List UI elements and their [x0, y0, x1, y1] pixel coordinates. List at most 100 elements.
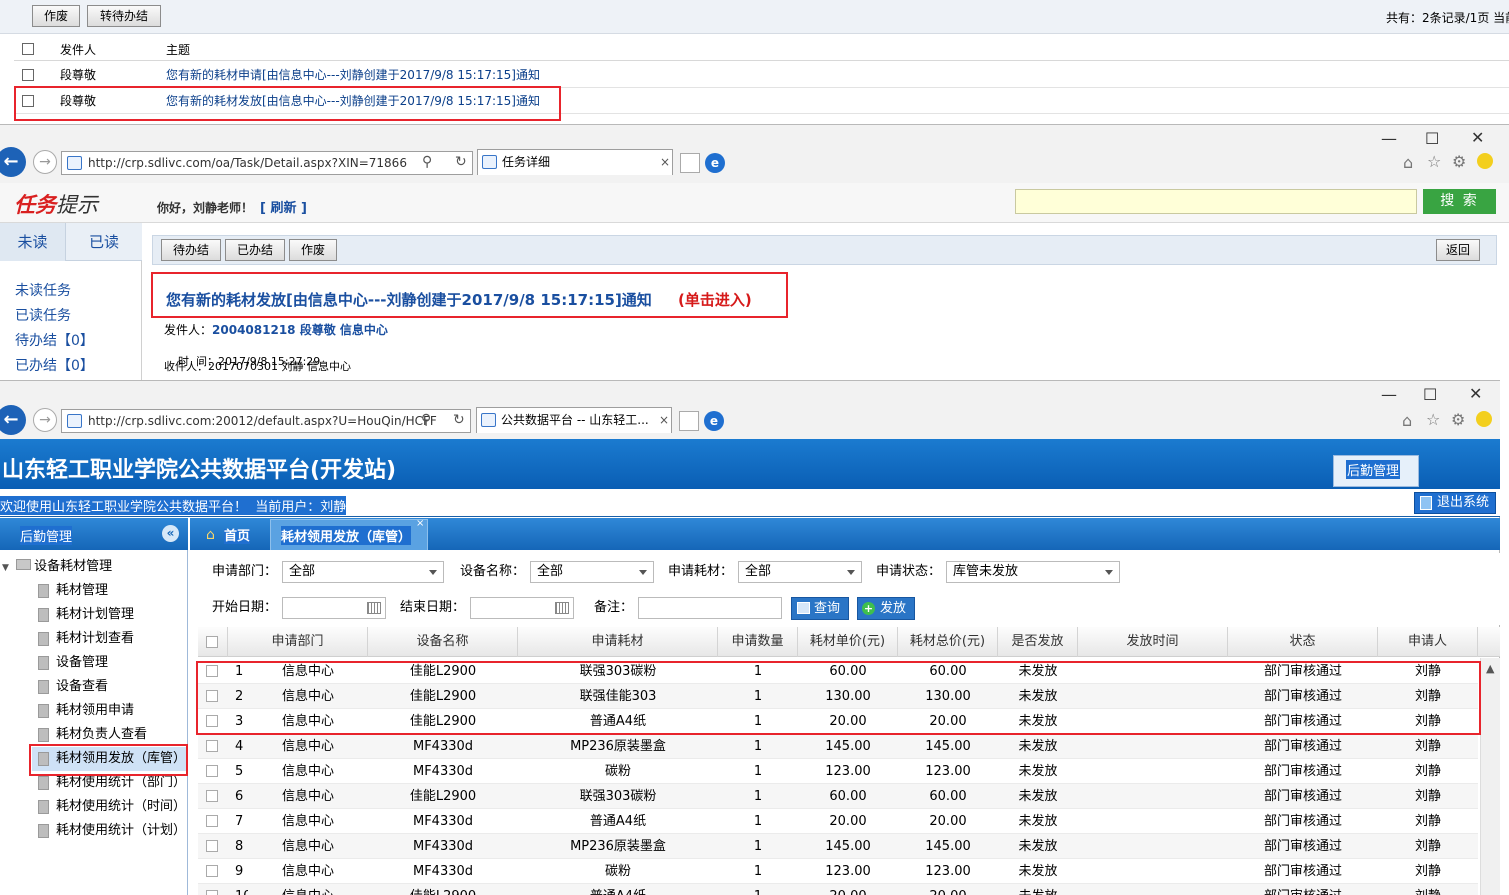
note-input[interactable]	[638, 597, 782, 619]
tree-item[interactable]: 耗材使用统计（计划）	[38, 819, 188, 843]
new-tab-icon[interactable]	[679, 411, 699, 431]
table-row[interactable]: 9 信息中心 MF4330d 碳粉 1 123.00 123.00 未发放 部门审核通过 刘静	[198, 859, 1478, 884]
tree-item[interactable]: 设备管理	[38, 651, 188, 675]
tree-item[interactable]: 耗材领用发放（库管）	[32, 747, 186, 771]
table-row[interactable]: 2 信息中心 佳能L2900 联强佳能303 1 130.00 130.00 未发放 部门审核通…	[198, 684, 1478, 709]
list-row[interactable]: 段尊敬 您有新的耗材发放[由信息中心---刘静创建于2017/9/8 15:17…	[14, 88, 1509, 114]
logout-button[interactable]: 退出系统	[1414, 492, 1496, 514]
maximize-icon[interactable]: ☐	[1423, 385, 1437, 404]
table-row[interactable]: 4 信息中心 MF4330d MP236原装墨盒 1 145.00 145.00 未发放 部门审…	[198, 734, 1478, 759]
new-tab-icon[interactable]	[680, 153, 700, 173]
query-button[interactable]: 查询	[791, 597, 849, 620]
tab-unread[interactable]: 未读	[0, 223, 66, 261]
minimize-icon[interactable]: —	[1381, 129, 1397, 148]
forward-arrow-icon[interactable]: →	[33, 150, 57, 174]
done-button[interactable]: 已办结	[225, 239, 285, 261]
row-checkbox[interactable]	[206, 890, 218, 895]
browser-tab-task[interactable]: 任务详细 ×	[477, 149, 673, 175]
row-checkbox[interactable]	[206, 690, 218, 702]
home-tab[interactable]: ⌂ 首页	[206, 525, 251, 545]
table-row[interactable]: 8 信息中心 MF4330d MP236原装墨盒 1 145.00 145.00 未发放 部门审…	[198, 834, 1478, 859]
calendar-icon[interactable]	[555, 602, 569, 614]
pending-button[interactable]: 待办结	[161, 239, 221, 261]
tab-close-icon[interactable]: ×	[416, 518, 424, 529]
sidebar-link-done[interactable]: 已办结【0】	[15, 355, 94, 375]
void-button[interactable]: 作废	[32, 5, 80, 27]
select-all-checkbox[interactable]	[22, 43, 34, 55]
tab-close-icon[interactable]: ×	[659, 408, 669, 432]
refresh-link[interactable]: [ 刷新 ]	[260, 197, 307, 216]
row-checkbox[interactable]	[22, 95, 34, 107]
back-arrow-icon[interactable]: ←	[0, 147, 26, 177]
col-header[interactable]: 发放时间	[1078, 627, 1228, 657]
browser-tab-platform[interactable]: 公共数据平台 -- 山东轻工... ×	[476, 407, 672, 433]
row-checkbox[interactable]	[206, 765, 218, 777]
table-row[interactable]: 7 信息中心 MF4330d 普通A4纸 1 20.00 20.00 未发放 部门审核通过 刘静	[198, 809, 1478, 834]
close-icon[interactable]: ✕	[1469, 384, 1482, 403]
select-all-checkbox[interactable]	[206, 636, 218, 648]
back-arrow-icon[interactable]: ←	[0, 405, 26, 435]
smiley-icon[interactable]	[1476, 411, 1492, 427]
tree-item[interactable]: 耗材负责人查看	[38, 723, 188, 747]
row-checkbox[interactable]	[206, 740, 218, 752]
list-row[interactable]: 段尊敬 您有新的耗材申请[由信息中心---刘静创建于2017/9/8 15:17…	[14, 62, 1509, 88]
void-button[interactable]: 作废	[289, 239, 337, 261]
tree-root-equipment[interactable]: ▼ 设备耗材管理	[2, 555, 112, 579]
tree-item[interactable]: 耗材计划查看	[38, 627, 188, 651]
device-select[interactable]: 全部	[530, 561, 654, 583]
row-checkbox[interactable]	[206, 840, 218, 852]
home-icon[interactable]: ⌂	[1403, 153, 1413, 172]
tree-item[interactable]: 耗材管理	[38, 579, 188, 603]
col-header[interactable]: 申请部门	[228, 627, 368, 657]
forward-arrow-icon[interactable]: →	[33, 408, 57, 432]
row-subject-link[interactable]: 您有新的耗材申请[由信息中心---刘静创建于2017/9/8 15:17:15]…	[166, 62, 540, 88]
table-row[interactable]: 3 信息中心 佳能L2900 普通A4纸 1 20.00 20.00 未发放 部门审核通过 刘静	[198, 709, 1478, 734]
tree-item[interactable]: 耗材使用统计（时间）	[38, 795, 188, 819]
row-subject-link[interactable]: 您有新的耗材发放[由信息中心---刘静创建于2017/9/8 15:17:15]…	[166, 88, 540, 114]
grid-scrollbar[interactable]: ▲	[1480, 658, 1500, 895]
sidebar-link-read-tasks[interactable]: 已读任务	[15, 305, 71, 325]
sidebar-link-pending[interactable]: 待办结【0】	[15, 330, 94, 350]
tab-read[interactable]: 已读	[66, 223, 142, 261]
search-button[interactable]: 搜 索	[1423, 189, 1496, 214]
close-icon[interactable]: ✕	[1471, 128, 1484, 147]
transfer-pending-button[interactable]: 转待办结	[87, 5, 161, 27]
col-header[interactable]: 申请耗材	[518, 627, 718, 657]
row-checkbox[interactable]	[206, 665, 218, 677]
col-header[interactable]: 状态	[1228, 627, 1378, 657]
search-icon[interactable]: ⚲	[421, 412, 431, 428]
dept-select[interactable]: 全部	[282, 561, 444, 583]
refresh-icon[interactable]: ↻	[453, 412, 465, 428]
col-header[interactable]: 是否发放	[998, 627, 1078, 657]
start-date-input[interactable]	[282, 597, 386, 619]
enter-link[interactable]: (单击进入)	[678, 289, 752, 310]
status-select[interactable]: 库管未发放	[946, 561, 1120, 583]
table-row[interactable]: 6 信息中心 佳能L2900 联强303碳粉 1 60.00 60.00 未发放 部门审核通过 刘…	[198, 784, 1478, 809]
task-subject-link[interactable]: 您有新的耗材发放[由信息中心---刘静创建于2017/9/8 15:17:15]…	[166, 289, 652, 310]
tree-item[interactable]: 耗材领用申请	[38, 699, 188, 723]
home-icon[interactable]: ⌂	[1402, 411, 1412, 430]
search-input[interactable]	[1015, 189, 1417, 214]
material-select[interactable]: 全部	[738, 561, 862, 583]
col-header[interactable]: 耗材总价(元)	[898, 627, 998, 657]
minimize-icon[interactable]: —	[1381, 385, 1397, 404]
back-button[interactable]: 返回	[1436, 239, 1480, 261]
maximize-icon[interactable]: ☐	[1425, 129, 1439, 148]
col-header[interactable]: 设备名称	[368, 627, 518, 657]
col-header[interactable]: 申请人	[1378, 627, 1478, 657]
tree-item[interactable]: 耗材计划管理	[38, 603, 188, 627]
module-tab-logistics[interactable]: 后勤管理	[1333, 455, 1419, 487]
table-row[interactable]: 10信息中心佳能L2900普通A4纸120.0020.00未发放部门审核通过刘静	[198, 884, 1478, 895]
row-checkbox[interactable]	[206, 790, 218, 802]
row-checkbox[interactable]	[206, 865, 218, 877]
end-date-input[interactable]	[470, 597, 574, 619]
gear-icon[interactable]: ⚙	[1451, 410, 1465, 429]
issue-button[interactable]: + 发放	[857, 597, 915, 620]
sidebar-link-unread-tasks[interactable]: 未读任务	[15, 280, 71, 300]
table-row[interactable]: 1 信息中心 佳能L2900 联强303碳粉 1 60.00 60.00 未发放 部门审核通过 刘…	[198, 659, 1478, 684]
tab-close-icon[interactable]: ×	[660, 150, 670, 174]
tree-item[interactable]: 耗材使用统计（部门）	[38, 771, 188, 795]
col-header[interactable]: 耗材单价(元)	[798, 627, 898, 657]
address-bar[interactable]: http://crp.sdlivc.com/oa/Task/Detail.asp…	[61, 151, 473, 175]
favorites-star-icon[interactable]: ☆	[1426, 410, 1440, 429]
